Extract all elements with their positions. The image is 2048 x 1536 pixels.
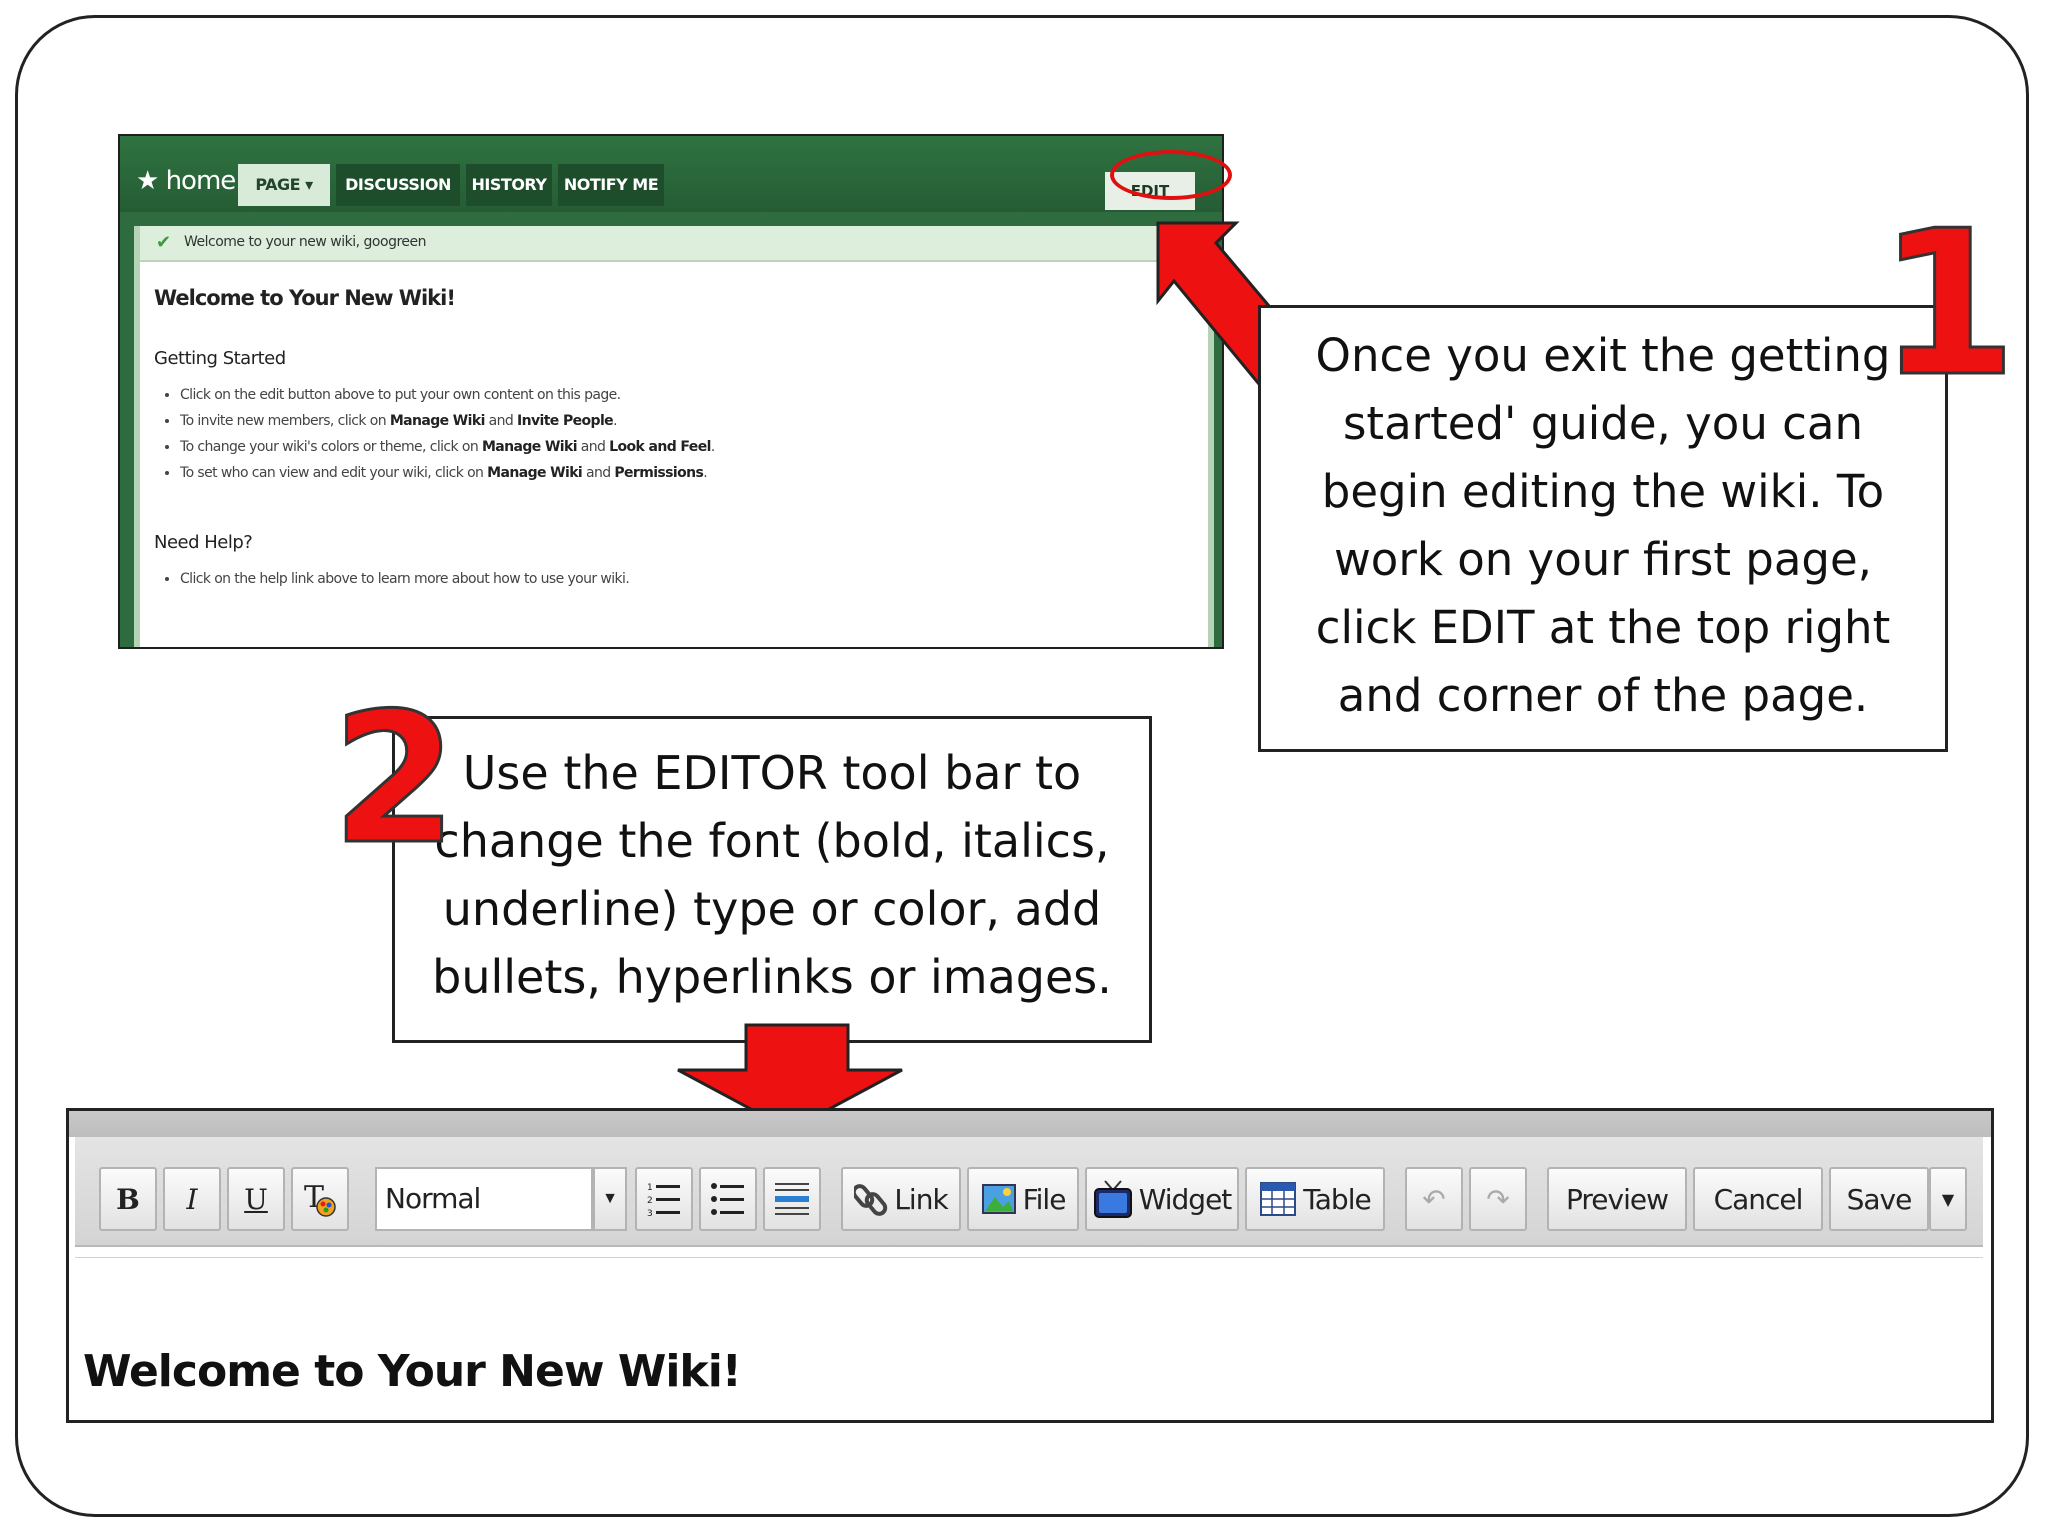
- widget-label: Widget: [1138, 1182, 1233, 1216]
- table-button[interactable]: Table: [1245, 1167, 1385, 1231]
- bold-button[interactable]: B: [99, 1167, 157, 1231]
- editor-content-heading: Welcome to Your New Wiki!: [83, 1346, 742, 1397]
- svg-text:2: 2: [647, 1196, 653, 1206]
- widget-button[interactable]: Widget: [1085, 1167, 1239, 1231]
- table-label: Table: [1303, 1182, 1371, 1216]
- save-label: Save: [1846, 1182, 1913, 1216]
- callout-line: Use the EDITOR tool bar to: [462, 746, 1082, 800]
- callout-1-text: Once you exit the getting started' guide…: [1261, 322, 1945, 730]
- horizontal-rule-icon: [775, 1183, 809, 1215]
- save-button[interactable]: Save: [1829, 1167, 1929, 1231]
- numbered-list-button[interactable]: 1 2 3: [635, 1167, 693, 1231]
- tab-page[interactable]: PAGE ▾: [238, 164, 330, 206]
- step-number-1: 1: [1876, 188, 2018, 421]
- chevron-down-icon: ▼: [602, 1190, 618, 1207]
- wiki-page-screenshot: ★ home PAGE ▾ DISCUSSION HISTORY NOTIFY …: [118, 134, 1224, 649]
- manage-wiki-link: Manage Wiki: [487, 465, 583, 481]
- preview-button[interactable]: Preview: [1547, 1167, 1687, 1231]
- undo-icon: ↶: [1422, 1182, 1446, 1216]
- callout-2-text: Use the EDITOR tool bar to change the fo…: [395, 739, 1149, 1011]
- wiki-title: Welcome to Your New Wiki!: [154, 286, 456, 310]
- list-item: To change your wiki's colors or theme, c…: [180, 434, 715, 460]
- cancel-button[interactable]: Cancel: [1693, 1167, 1823, 1231]
- callout-line: begin editing the wiki. To: [1321, 465, 1885, 518]
- save-options-dropdown[interactable]: ▼: [1929, 1167, 1967, 1231]
- link-label: Link: [894, 1182, 948, 1216]
- look-and-feel-link: Look and Feel: [609, 439, 711, 455]
- invite-people-link: Invite People: [517, 413, 614, 429]
- table-icon: [1260, 1182, 1297, 1216]
- tab-discussion[interactable]: DISCUSSION: [336, 164, 460, 206]
- callout-line: Once you exit the getting: [1315, 329, 1891, 382]
- list-item: To invite new members, click on Manage W…: [180, 408, 715, 434]
- list-item: Click on the help link above to learn mo…: [180, 566, 630, 592]
- list-item: Click on the edit button above to put yo…: [180, 382, 715, 408]
- format-dropdown-button[interactable]: ▼: [593, 1167, 627, 1231]
- redo-button[interactable]: ↷: [1469, 1167, 1527, 1231]
- bullet-list-button[interactable]: [699, 1167, 757, 1231]
- callout-line: underline) type or color, add: [442, 882, 1102, 936]
- italic-button[interactable]: I: [163, 1167, 221, 1231]
- callout-line: change the font (bold, italics,: [434, 814, 1110, 868]
- tab-history[interactable]: HISTORY: [466, 164, 552, 206]
- link-icon: [854, 1184, 888, 1216]
- callout-line: bullets, hyperlinks or images.: [432, 950, 1112, 1004]
- link-button[interactable]: Link: [841, 1167, 961, 1231]
- file-label: File: [1022, 1182, 1067, 1216]
- editor-toolbar: B I U T Normal ▼ 1 2 3 Link File Widget …: [75, 1137, 1983, 1247]
- need-help-heading: Need Help?: [154, 532, 253, 553]
- editor-content-area[interactable]: Welcome to Your New Wiki!: [75, 1257, 1983, 1420]
- manage-wiki-link: Manage Wiki: [481, 439, 578, 455]
- permissions-link: Permissions: [614, 465, 704, 481]
- callout-line: work on your first page,: [1334, 533, 1872, 586]
- underline-button[interactable]: U: [227, 1167, 285, 1231]
- getting-started-heading: Getting Started: [154, 348, 286, 369]
- callout-line: started' guide, you can: [1342, 397, 1863, 450]
- editor-screenshot: B I U T Normal ▼ 1 2 3 Link File Widget …: [66, 1108, 1994, 1423]
- wiki-content: ✔ Welcome to your new wiki, googreen Wel…: [134, 226, 1214, 647]
- cancel-label: Cancel: [1713, 1182, 1804, 1216]
- preview-label: Preview: [1566, 1182, 1669, 1216]
- horizontal-rule-button[interactable]: [763, 1167, 821, 1231]
- svg-text:3: 3: [647, 1209, 653, 1219]
- widget-tv-icon: [1093, 1180, 1132, 1218]
- chevron-down-icon: ▼: [1941, 1189, 1955, 1209]
- manage-wiki-link: Manage Wiki: [389, 413, 486, 429]
- callout-step-1: Once you exit the getting started' guide…: [1258, 305, 1948, 752]
- bullet-list-icon: [711, 1183, 744, 1215]
- edit-highlight-ring: [1110, 150, 1232, 200]
- svg-text:1: 1: [647, 1183, 653, 1193]
- callout-step-2: Use the EDITOR tool bar to change the fo…: [392, 716, 1152, 1043]
- callout-line: click EDIT at the top right: [1315, 601, 1891, 654]
- tab-notify-me[interactable]: NOTIFY ME: [558, 164, 664, 206]
- wiki-home-link[interactable]: ★ home: [136, 166, 236, 196]
- image-file-icon: [981, 1184, 1016, 1214]
- notice-text: Welcome to your new wiki, googreen: [184, 234, 427, 250]
- undo-button[interactable]: ↶: [1405, 1167, 1463, 1231]
- format-select[interactable]: Normal: [375, 1167, 593, 1231]
- list-item: To set who can view and edit your wiki, …: [180, 460, 715, 486]
- wiki-navbar: ★ home PAGE ▾ DISCUSSION HISTORY NOTIFY …: [120, 136, 1222, 212]
- text-color-icon: T: [304, 1180, 336, 1217]
- need-help-list: Click on the help link above to learn mo…: [140, 566, 630, 592]
- text-color-button[interactable]: T: [291, 1167, 349, 1231]
- callout-line: and corner of the page.: [1337, 669, 1869, 722]
- numbered-list-icon: 1 2 3: [647, 1183, 680, 1219]
- check-icon: ✔: [156, 232, 172, 252]
- getting-started-list: Click on the edit button above to put yo…: [140, 382, 715, 486]
- editor-tabs-strip: [69, 1111, 1991, 1137]
- file-button[interactable]: File: [967, 1167, 1079, 1231]
- redo-icon: ↷: [1486, 1182, 1510, 1216]
- step-number-2: 2: [330, 675, 458, 884]
- welcome-notice: ✔ Welcome to your new wiki, googreen: [140, 226, 1208, 262]
